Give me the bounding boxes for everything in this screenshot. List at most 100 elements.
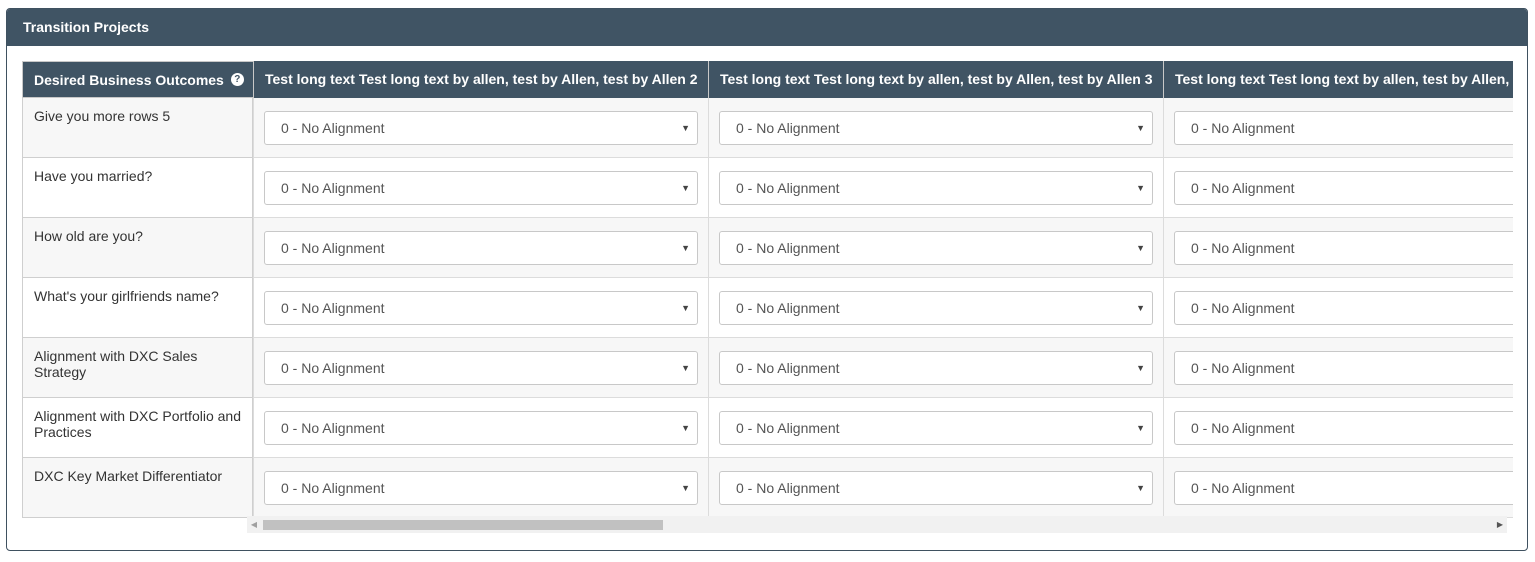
- alignment-select[interactable]: 0 - No Alignment: [1174, 411, 1513, 445]
- alignment-select[interactable]: 0 - No Alignment: [1174, 231, 1513, 265]
- chevron-down-icon: ▼: [681, 303, 690, 313]
- scroll-right-arrow[interactable]: ▶: [1493, 516, 1507, 533]
- chevron-down-icon: ▼: [1136, 423, 1145, 433]
- alignment-select-value: 0 - No Alignment: [736, 480, 840, 496]
- project-column: Test long text Test long text by allen, …: [253, 61, 708, 518]
- project-column: Test long text Test long text by allen, …: [708, 61, 1163, 518]
- alignment-select[interactable]: 0 - No Alignment: [1174, 471, 1513, 505]
- alignment-select[interactable]: 0 - No Alignment ▼: [264, 171, 698, 205]
- alignment-cell: 0 - No Alignment ▼: [253, 278, 708, 338]
- alignment-select[interactable]: 0 - No Alignment ▼: [719, 351, 1153, 385]
- alignment-select[interactable]: 0 - No Alignment ▼: [264, 411, 698, 445]
- alignment-cell: 0 - No Alignment ▼: [708, 458, 1163, 518]
- alignment-cell: 0 - No Alignment ▼: [253, 338, 708, 398]
- alignment-select-value: 0 - No Alignment: [1191, 240, 1295, 256]
- chevron-down-icon: ▼: [1136, 363, 1145, 373]
- row-label: Alignment with DXC Sales Strategy: [22, 338, 253, 398]
- alignment-cell: 0 - No Alignment: [1163, 278, 1513, 338]
- row-label: DXC Key Market Differentiator: [22, 458, 253, 518]
- alignment-select[interactable]: 0 - No Alignment ▼: [719, 471, 1153, 505]
- row-label: Alignment with DXC Portfolio and Practic…: [22, 398, 253, 458]
- alignment-cell: 0 - No Alignment ▼: [708, 278, 1163, 338]
- alignment-cell: 0 - No Alignment: [1163, 458, 1513, 518]
- alignment-select-value: 0 - No Alignment: [736, 360, 840, 376]
- alignment-select-value: 0 - No Alignment: [736, 180, 840, 196]
- alignment-cell: 0 - No Alignment ▼: [253, 458, 708, 518]
- alignment-select[interactable]: 0 - No Alignment ▼: [719, 111, 1153, 145]
- alignment-select[interactable]: 0 - No Alignment: [1174, 291, 1513, 325]
- alignment-select[interactable]: 0 - No Alignment ▼: [719, 171, 1153, 205]
- alignment-select[interactable]: 0 - No Alignment: [1174, 351, 1513, 385]
- alignment-select-value: 0 - No Alignment: [281, 120, 385, 136]
- row-label: Have you married?: [22, 158, 253, 218]
- alignment-cell: 0 - No Alignment ▼: [708, 218, 1163, 278]
- outcomes-header: Desired Business Outcomes ?: [22, 61, 253, 98]
- project-column: Test long text Test long text by allen, …: [1163, 61, 1513, 518]
- alignment-cell: 0 - No Alignment ▼: [253, 218, 708, 278]
- outcomes-header-label: Desired Business Outcomes: [34, 71, 224, 88]
- alignment-cell: 0 - No Alignment ▼: [253, 98, 708, 158]
- scrollbar-thumb[interactable]: [263, 520, 663, 530]
- alignment-select-value: 0 - No Alignment: [281, 480, 385, 496]
- alignment-select-value: 0 - No Alignment: [1191, 480, 1295, 496]
- row-label: What's your girlfriends name?: [22, 278, 253, 338]
- alignment-select-value: 0 - No Alignment: [281, 240, 385, 256]
- alignment-cell: 0 - No Alignment ▼: [708, 98, 1163, 158]
- alignment-select-value: 0 - No Alignment: [1191, 420, 1295, 436]
- alignment-cell: 0 - No Alignment ▼: [708, 398, 1163, 458]
- outcomes-column: Desired Business Outcomes ? Give you mor…: [22, 61, 253, 518]
- chevron-down-icon: ▼: [681, 183, 690, 193]
- alignment-grid: Desired Business Outcomes ? Give you mor…: [22, 61, 1513, 519]
- alignment-cell: 0 - No Alignment: [1163, 98, 1513, 158]
- alignment-cell: 0 - No Alignment ▼: [253, 158, 708, 218]
- alignment-select[interactable]: 0 - No Alignment ▼: [719, 231, 1153, 265]
- alignment-cell: 0 - No Alignment: [1163, 338, 1513, 398]
- alignment-select[interactable]: 0 - No Alignment: [1174, 111, 1513, 145]
- horizontal-scrollbar[interactable]: ◀ ▶: [247, 516, 1507, 533]
- alignment-select[interactable]: 0 - No Alignment ▼: [264, 351, 698, 385]
- alignment-select-value: 0 - No Alignment: [1191, 120, 1295, 136]
- alignment-select-value: 0 - No Alignment: [1191, 360, 1295, 376]
- help-icon[interactable]: ?: [230, 73, 244, 86]
- alignment-select-value: 0 - No Alignment: [1191, 300, 1295, 316]
- alignment-cell: 0 - No Alignment ▼: [708, 158, 1163, 218]
- chevron-down-icon: ▼: [1136, 183, 1145, 193]
- alignment-select-value: 0 - No Alignment: [1191, 180, 1295, 196]
- chevron-down-icon: ▼: [1136, 243, 1145, 253]
- alignment-select[interactable]: 0 - No Alignment ▼: [719, 291, 1153, 325]
- alignment-select-value: 0 - No Alignment: [281, 360, 385, 376]
- panel-title: Transition Projects: [7, 9, 1527, 46]
- alignment-cell: 0 - No Alignment ▼: [708, 338, 1163, 398]
- alignment-cell: 0 - No Alignment ▼: [253, 398, 708, 458]
- chevron-down-icon: ▼: [681, 123, 690, 133]
- alignment-select[interactable]: 0 - No Alignment ▼: [719, 411, 1153, 445]
- chevron-down-icon: ▼: [681, 243, 690, 253]
- alignment-select[interactable]: 0 - No Alignment ▼: [264, 231, 698, 265]
- chevron-down-icon: ▼: [681, 423, 690, 433]
- alignment-select-value: 0 - No Alignment: [736, 240, 840, 256]
- alignment-select[interactable]: 0 - No Alignment: [1174, 171, 1513, 205]
- alignment-select-value: 0 - No Alignment: [281, 420, 385, 436]
- alignment-select-value: 0 - No Alignment: [736, 300, 840, 316]
- alignment-select[interactable]: 0 - No Alignment ▼: [264, 111, 698, 145]
- project-column-header: Test long text Test long text by allen, …: [1163, 61, 1513, 98]
- alignment-cell: 0 - No Alignment: [1163, 398, 1513, 458]
- alignment-select[interactable]: 0 - No Alignment ▼: [264, 471, 698, 505]
- alignment-select-value: 0 - No Alignment: [736, 120, 840, 136]
- chevron-down-icon: ▼: [1136, 483, 1145, 493]
- alignment-select[interactable]: 0 - No Alignment ▼: [264, 291, 698, 325]
- project-column-header: Test long text Test long text by allen, …: [708, 61, 1163, 98]
- chevron-down-icon: ▼: [1136, 123, 1145, 133]
- chevron-down-icon: ▼: [1136, 303, 1145, 313]
- chevron-down-icon: ▼: [681, 483, 690, 493]
- scroll-left-arrow[interactable]: ◀: [247, 516, 261, 533]
- chevron-down-icon: ▼: [681, 363, 690, 373]
- row-label: Give you more rows 5: [22, 98, 253, 158]
- row-label: How old are you?: [22, 218, 253, 278]
- project-column-header: Test long text Test long text by allen, …: [253, 61, 708, 98]
- alignment-cell: 0 - No Alignment: [1163, 218, 1513, 278]
- grid-scroll-area[interactable]: Test long text Test long text by allen, …: [253, 61, 1513, 519]
- alignment-select-value: 0 - No Alignment: [281, 300, 385, 316]
- alignment-select-value: 0 - No Alignment: [736, 420, 840, 436]
- alignment-select-value: 0 - No Alignment: [281, 180, 385, 196]
